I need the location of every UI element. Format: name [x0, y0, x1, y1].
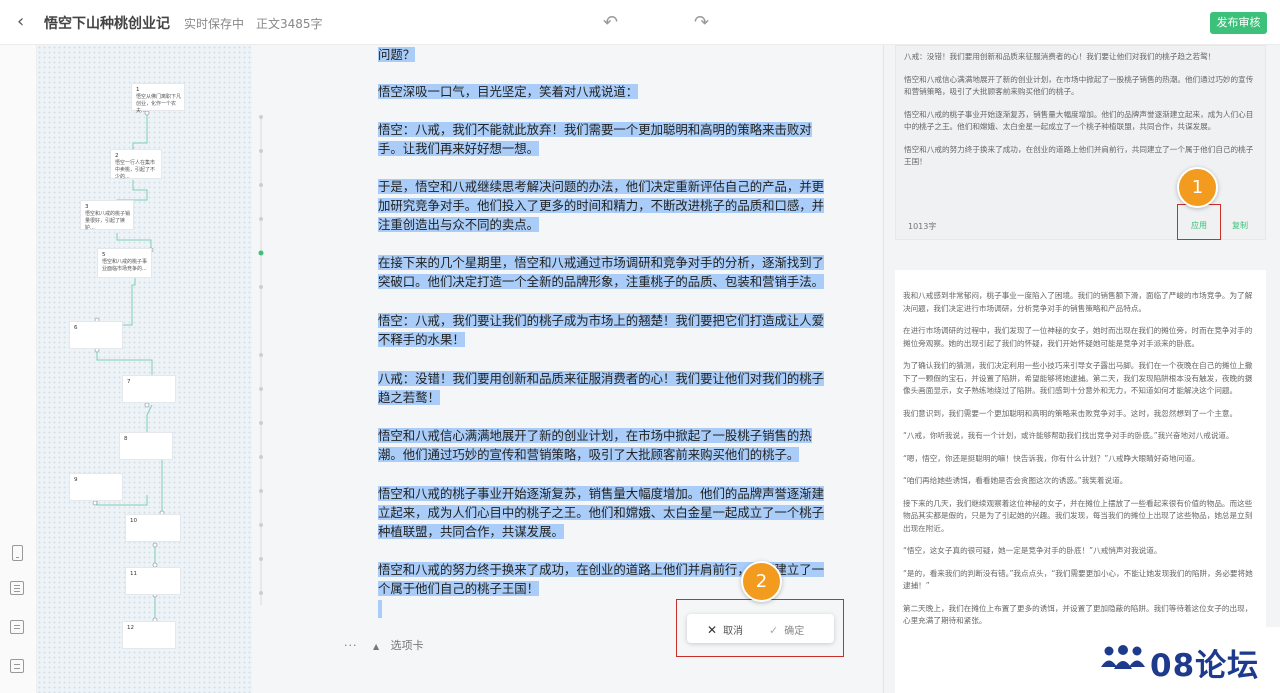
outline-icon[interactable]	[10, 581, 24, 595]
mindmap-node[interactable]: 8	[119, 432, 173, 460]
mindmap-node[interactable]: 12	[122, 621, 176, 649]
check-icon: ✓	[769, 624, 779, 637]
paragraph[interactable]: 悟空深吸一口气，目光坚定，笑着对八戒说道：	[378, 82, 639, 101]
mindmap-node[interactable]: 11	[125, 567, 181, 595]
paragraph[interactable]: 问题？	[378, 45, 416, 64]
redo-icon[interactable]: ↷	[694, 12, 709, 33]
paragraph[interactable]: 悟空和八戒信心满满地展开了新的创业计划，在市场中掀起了一股桃子销售的热潮。他们通…	[378, 426, 830, 464]
expand-up-icon[interactable]: ▲	[373, 642, 379, 651]
mindmap-node[interactable]: 1 悟空从佛门离职下凡创业，化作一个农夫...	[131, 83, 185, 114]
editor-bottom-bar: ··· ▲ 选项卡	[344, 637, 424, 653]
paragraph-rail	[258, 115, 264, 605]
mindmap-node[interactable]: 5 悟空和八戒的桃子事业面临市场竞争的...	[97, 248, 152, 278]
publish-review-button[interactable]: 发布审核	[1210, 12, 1267, 34]
paragraph[interactable]: 于是，悟空和八戒继续思考解决问题的办法，他们决定重新评估自己的产品，并更加研究竞…	[378, 177, 830, 234]
mindmap-node[interactable]: 7	[122, 375, 176, 403]
paragraph[interactable]: 在接下来的几个星期里，悟空和八戒通过市场调研和竞争对手的分析，逐渐找到了突破口。…	[378, 253, 830, 291]
confirm-toolbar: ✕ 取消 ✓ 确定	[687, 614, 834, 643]
step-badge-2: 2	[741, 561, 782, 602]
paragraph[interactable]: 悟空和八戒的桃子事业开始逐渐复苏，销售量大幅度增加。他们的品牌声誉逐渐建立起来，…	[378, 484, 830, 541]
mindmap-panel: 1 悟空从佛门离职下凡创业，化作一个农夫... 2 悟空一行人在集市中卖桃，引起了不…	[37, 45, 252, 693]
left-tool-bar	[0, 45, 37, 693]
mindmap-node[interactable]: 10	[125, 514, 181, 542]
forum-logo-icon	[1101, 645, 1145, 669]
top-bar: ‹ 悟空下山种桃创业记 实时保存中 正文3485字 ↶ ↷ 发布审核	[0, 0, 1280, 45]
document-icon[interactable]	[10, 620, 24, 634]
mindmap-node[interactable]: 3 悟空和八戒的桃子销量很好，引起了嫉妒...	[80, 200, 134, 231]
step-badge-1: 1	[1177, 167, 1218, 208]
more-icon[interactable]: ···	[344, 639, 358, 652]
apply-button[interactable]: 应用	[1191, 220, 1207, 231]
copy-button[interactable]: 复制	[1232, 220, 1248, 231]
back-arrow-icon[interactable]: ‹	[17, 11, 24, 32]
suggestion-text: 我和八戒感到非常郁闷，桃子事业一度陷入了困境。我们的销售额下滑，面临了严峻的市场…	[903, 291, 1253, 625]
suggestion-word-count: 1013字	[908, 222, 937, 231]
close-icon: ✕	[707, 623, 718, 637]
cancel-button[interactable]: ✕ 取消	[707, 622, 743, 637]
mindmap-node[interactable]: 6	[69, 321, 123, 349]
undo-icon[interactable]: ↶	[603, 12, 618, 33]
document-title: 悟空下山种桃创业记	[44, 16, 170, 32]
tab-options-label[interactable]: 选项卡	[391, 639, 424, 652]
suggestion-text: 八戒：没错！我们要用创新和品质来征服消费者的心！我们要让他们对我们的桃子趋之若鹜…	[904, 52, 1254, 166]
mobile-preview-icon[interactable]	[12, 545, 23, 561]
confirm-button[interactable]: ✓ 确定	[769, 622, 804, 637]
paragraph[interactable]: 悟空：八戒，我们不能就此放弃！我们需要一个更加聪明和高明的策略来击败对手。让我们…	[378, 120, 830, 158]
selection-caret	[378, 600, 382, 618]
mindmap-node[interactable]: 2 悟空一行人在集市中卖桃，引起了不少的...	[110, 149, 162, 180]
word-count: 正文3485字	[256, 17, 323, 31]
paragraph[interactable]: 八戒：没错！我们要用创新和品质来征服消费者的心！我们要让他们对我们的桃子趋之若鹜…	[378, 369, 830, 407]
paragraph[interactable]: 悟空：八戒，我们要让我们的桃子成为市场上的翘楚！我们要把它们打造成让人爱不释手的…	[378, 311, 830, 349]
notes-icon[interactable]	[10, 659, 24, 673]
save-status: 实时保存中	[184, 17, 245, 31]
watermark-text: 08论坛	[1150, 648, 1260, 684]
mindmap-node[interactable]: 9	[69, 473, 123, 501]
mindmap-connectors	[92, 110, 165, 623]
